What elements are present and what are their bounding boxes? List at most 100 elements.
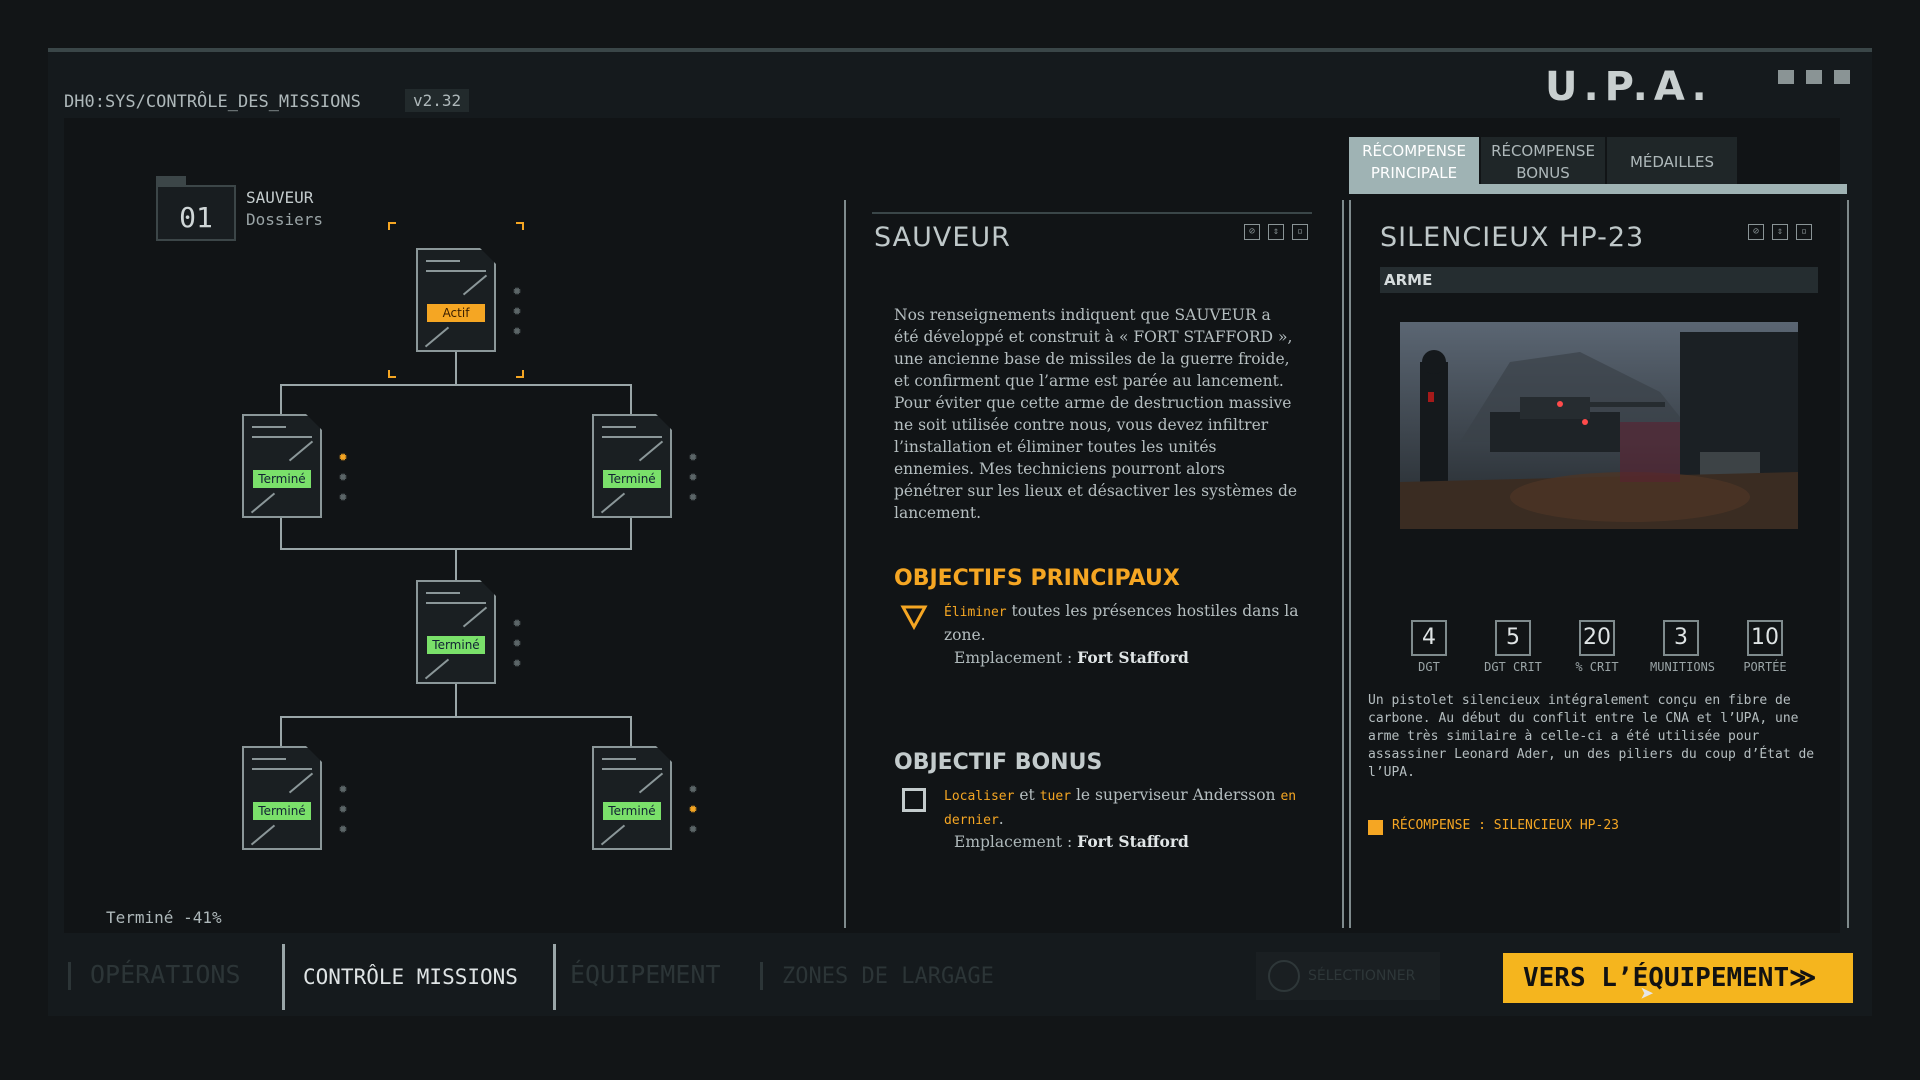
mouse-cursor-icon: ➤ [1640,980,1655,1008]
tab-bonus-reward[interactable]: RÉCOMPENSE BONUS [1481,137,1605,187]
tree-connector [280,384,282,416]
stat-range: 10 PORTÉE [1734,620,1796,674]
status-badge: Terminé [253,470,311,488]
status-badge: Terminé [427,636,485,654]
nav-separator [760,962,763,990]
tree-connector [630,716,632,748]
reward-title: SILENCIEUX HP-23 [1380,222,1645,253]
star-rating: ✹ ✹ ✹ [684,778,702,838]
star-icon: ✹ [338,799,348,817]
main-objective-text: Éliminer toutes les présences hostiles d… [944,602,1299,644]
bonus-objective-title: OBJECTIF BONUS [894,750,1103,775]
objective-keyword: Éliminer [944,605,1007,620]
mission-node[interactable]: Terminé [592,414,672,518]
stat-ammo: 3 MUNITIONS [1650,620,1715,674]
tree-connector [280,716,282,748]
mission-node[interactable]: Terminé [242,746,322,850]
go-to-equipment-button[interactable]: VERS L’ÉQUIPEMENT≫ [1503,953,1853,1003]
select-button[interactable]: SÉLECTIONNER [1256,952,1440,1000]
panel-maximize-icon[interactable]: ▫ [1292,224,1308,240]
star-icon: ✹ [338,467,348,485]
star-icon: ✹ [688,467,698,485]
nav-operations[interactable]: OPÉRATIONS [90,960,241,989]
nav-separator [68,962,71,990]
stat-crit-damage: 5 DGT CRIT [1482,620,1544,674]
tab-main-reward[interactable]: RÉCOMPENSE PRINCIPALE [1349,137,1479,187]
bonus-objective-text: Localiser et tuer le superviseur Anderss… [944,786,1297,828]
progress-label: Terminé -41% [106,908,222,927]
tree-connector [280,384,632,386]
window-control-icon[interactable] [1778,70,1794,84]
tree-connector [455,352,457,384]
reward-artwork [1400,322,1798,529]
panel-collapse-icon[interactable]: ⊘ [1244,224,1260,240]
tree-connector [630,384,632,416]
mission-node-active[interactable]: Actif [416,248,496,352]
panel-maximize-icon[interactable]: ▫ [1796,224,1812,240]
folder-tab-decor [156,176,186,185]
nav-equipment[interactable]: ÉQUIPEMENT [570,960,721,989]
stat-crit-chance: 20 % CRIT [1566,620,1628,674]
selection-bracket [516,370,524,378]
star-icon: ✹ [338,819,348,837]
star-icon: ✹ [688,447,698,465]
panel-resize-icon[interactable]: ⇕ [1772,224,1788,240]
mission-node[interactable]: Terminé [592,746,672,850]
mouse-icon [1268,960,1300,992]
panel-resize-icon[interactable]: ⇕ [1268,224,1284,240]
reward-line: RÉCOMPENSE : SILENCIEUX HP-23 [1392,818,1619,833]
status-badge: Terminé [603,470,661,488]
selection-bracket [516,222,524,230]
star-rating: ✹ ✹ ✹ [684,446,702,506]
panel-collapse-icon[interactable]: ⊘ [1748,224,1764,240]
status-badge: Actif [427,304,485,322]
mission-node[interactable]: Terminé [416,580,496,684]
tree-connector [455,548,457,580]
status-badge: Terminé [253,802,311,820]
star-rating: ✹ ✹ ✹ [508,612,526,672]
window-control-icon[interactable] [1806,70,1822,84]
star-rating: ✹ ✹ ✹ [334,446,352,506]
star-icon: ✹ [688,799,698,817]
star-icon: ✹ [688,779,698,797]
star-icon: ✹ [512,321,522,339]
mission-title: SAUVEUR [874,222,1011,253]
version-badge: v2.32 [405,89,470,112]
folder-icon: 01 [156,185,236,241]
star-icon: ✹ [338,487,348,505]
star-rating: ✹ ✹ ✹ [508,280,526,340]
nav-mission-control[interactable]: CONTRÔLE MISSIONS [303,965,518,989]
system-path: DH0:SYS/CONTRÔLE_DES_MISSIONS [64,92,361,112]
tab-medals[interactable]: MÉDAILLES [1607,137,1737,187]
main-objectives-title: OBJECTIFS PRINCIPAUX [894,566,1180,591]
star-icon: ✹ [688,487,698,505]
folder-title: SAUVEUR [246,188,314,207]
triangle-objective-icon [900,605,928,630]
status-badge: Terminé [603,802,661,820]
reward-category: ARME [1380,267,1818,293]
window-control-icon[interactable] [1834,70,1850,84]
upa-logo: U.P.A. [1545,64,1713,110]
star-icon: ✹ [512,301,522,319]
reward-marker-icon [1368,820,1383,835]
mission-briefing: Nos renseignements indiquent que SAUVEUR… [894,306,1298,522]
selection-bracket [388,370,396,378]
tab-underline [1349,184,1847,194]
selection-bracket [388,222,396,230]
battlefield-scene-image [1400,322,1798,529]
star-rating: ✹ ✹ ✹ [334,778,352,838]
reward-description: Un pistolet silencieux intégralement con… [1368,693,1815,780]
mission-node[interactable]: Terminé [242,414,322,518]
star-icon: ✹ [512,653,522,671]
nav-drop-zones[interactable]: ZONES DE LARGAGE [782,964,994,989]
star-icon: ✹ [338,447,348,465]
tree-connector [455,684,457,716]
panel-divider [872,212,1312,214]
bonus-objective-location: Emplacement : Fort Stafford [954,832,1189,851]
bonus-checkbox[interactable] [902,788,926,812]
folder-number: 01 [179,201,213,234]
folder-subtitle: Dossiers [246,210,324,229]
star-icon: ✹ [512,613,522,631]
star-icon: ✹ [688,819,698,837]
tree-connector [280,716,632,718]
